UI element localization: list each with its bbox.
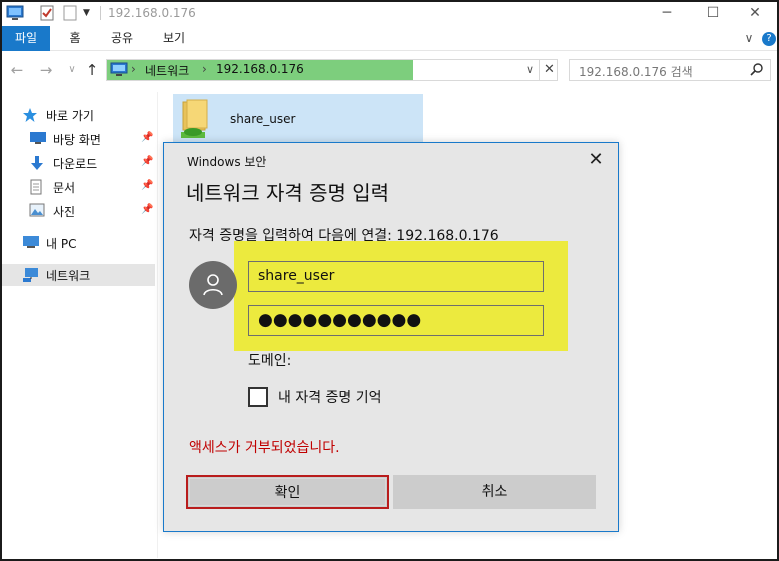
sidebar-item-desktop[interactable]: 바탕 화면	[29, 128, 101, 150]
sidebar-item-label: 바탕 화면	[53, 132, 101, 147]
tab-share[interactable]: 공유	[106, 26, 138, 51]
username-field[interactable]: share_user	[248, 261, 544, 292]
address-row: ← → ∨ ↑ › 네트워크 › 192.168.0.176 ∨ ✕ 192.1…	[2, 54, 777, 86]
sidebar-item-label: 문서	[53, 180, 76, 195]
tab-file[interactable]: 파일	[2, 26, 50, 51]
pin-icon[interactable]: 📌	[141, 180, 153, 191]
ribbon-collapse-icon[interactable]: ∨	[740, 26, 758, 51]
sidebar-item-label: 네트워크	[46, 268, 91, 283]
maximize-button[interactable]: ☐	[690, 2, 736, 24]
network-icon	[22, 267, 40, 283]
computer-icon[interactable]	[6, 5, 24, 24]
title-bar: ▼ 192.168.0.176 ─ ☐ ✕	[2, 2, 777, 26]
help-icon[interactable]: ?	[762, 32, 776, 46]
ok-button[interactable]: 확인	[186, 475, 389, 509]
tab-home[interactable]: 홈	[60, 26, 90, 51]
navigation-pane: 바로 가기 바탕 화면 📌 다운로드 📌 문서 📌 사진 📌 내 PC 네트워크	[2, 92, 157, 557]
shared-folder-icon	[179, 98, 213, 143]
minimize-button[interactable]: ─	[644, 2, 690, 24]
desktop-icon	[29, 131, 47, 147]
breadcrumb-host[interactable]: 192.168.0.176	[216, 62, 304, 76]
error-message: 액세스가 거부되었습니다.	[189, 440, 340, 456]
up-button[interactable]: ↑	[82, 60, 102, 80]
cancel-button[interactable]: 취소	[393, 475, 596, 509]
document-icon	[29, 179, 47, 195]
sidebar-item-label: 내 PC	[46, 236, 77, 251]
recent-locations-icon[interactable]: ∨	[62, 60, 82, 80]
sidebar-item-this-pc[interactable]: 내 PC	[22, 232, 76, 254]
breadcrumb-separator: ›	[202, 62, 207, 76]
breadcrumb-network[interactable]: 네트워크	[145, 62, 189, 79]
sidebar-item-downloads[interactable]: 다운로드	[29, 152, 97, 174]
dialog-heading: 네트워크 자격 증명 입력	[186, 181, 390, 205]
network-location-icon	[110, 62, 128, 80]
address-bar[interactable]: › 네트워크 › 192.168.0.176 ∨ ✕	[106, 59, 558, 81]
sidebar-item-network[interactable]: 네트워크	[2, 264, 155, 286]
breadcrumb-separator: ›	[131, 62, 136, 76]
address-dropdown-icon[interactable]: ∨	[521, 61, 539, 79]
sidebar-item-label: 사진	[53, 204, 76, 219]
forward-button[interactable]: →	[36, 60, 56, 80]
window-title: 192.168.0.176	[108, 6, 196, 20]
remember-credentials-label[interactable]: 내 자격 증명 기억	[278, 387, 382, 407]
password-field[interactable]: ●●●●●●●●●●●	[248, 305, 544, 336]
pin-icon[interactable]: 📌	[141, 156, 153, 167]
remember-credentials-checkbox[interactable]	[248, 387, 268, 407]
close-button[interactable]: ✕	[732, 2, 778, 24]
sidebar-item-label: 다운로드	[53, 156, 98, 171]
pane-divider[interactable]	[157, 92, 158, 558]
search-icon[interactable]	[750, 62, 764, 79]
dialog-close-button[interactable]: ✕	[584, 149, 608, 171]
title-separator	[100, 6, 101, 20]
pin-icon[interactable]: 📌	[141, 204, 153, 215]
search-input[interactable]: 192.168.0.176 검색	[569, 59, 771, 81]
explorer-window: ▼ 192.168.0.176 ─ ☐ ✕ 파일 홈 공유 보기 ∨ ? ← →…	[0, 0, 779, 561]
new-folder-icon[interactable]	[63, 5, 77, 24]
folder-label: share_user	[230, 112, 296, 126]
sidebar-item-quick-access[interactable]: 바로 가기	[22, 104, 94, 126]
domain-label: 도메인:	[248, 353, 292, 369]
user-avatar-icon	[189, 261, 237, 309]
back-button[interactable]: ←	[7, 60, 27, 80]
sidebar-item-label: 바로 가기	[46, 108, 94, 123]
sidebar-item-pictures[interactable]: 사진	[29, 200, 75, 222]
tab-view[interactable]: 보기	[158, 26, 190, 51]
ribbon-tabs: 파일 홈 공유 보기 ∨ ?	[2, 26, 777, 51]
windows-security-dialog: Windows 보안 ✕ 네트워크 자격 증명 입력 자격 증명을 입력하여 다…	[163, 142, 619, 532]
pin-icon[interactable]: 📌	[141, 132, 153, 143]
pictures-icon	[29, 203, 47, 219]
shared-folder-item[interactable]: share_user	[173, 94, 423, 146]
properties-check-icon[interactable]	[40, 5, 54, 24]
sidebar-item-documents[interactable]: 문서	[29, 176, 75, 198]
dialog-caption: Windows 보안	[187, 155, 267, 169]
star-icon	[22, 107, 40, 123]
address-clear-icon[interactable]: ✕	[539, 60, 559, 80]
pc-icon	[22, 235, 40, 251]
quick-access-dropdown-icon[interactable]: ▼	[83, 8, 90, 18]
search-placeholder: 192.168.0.176 검색	[579, 65, 693, 79]
download-icon	[29, 155, 47, 171]
